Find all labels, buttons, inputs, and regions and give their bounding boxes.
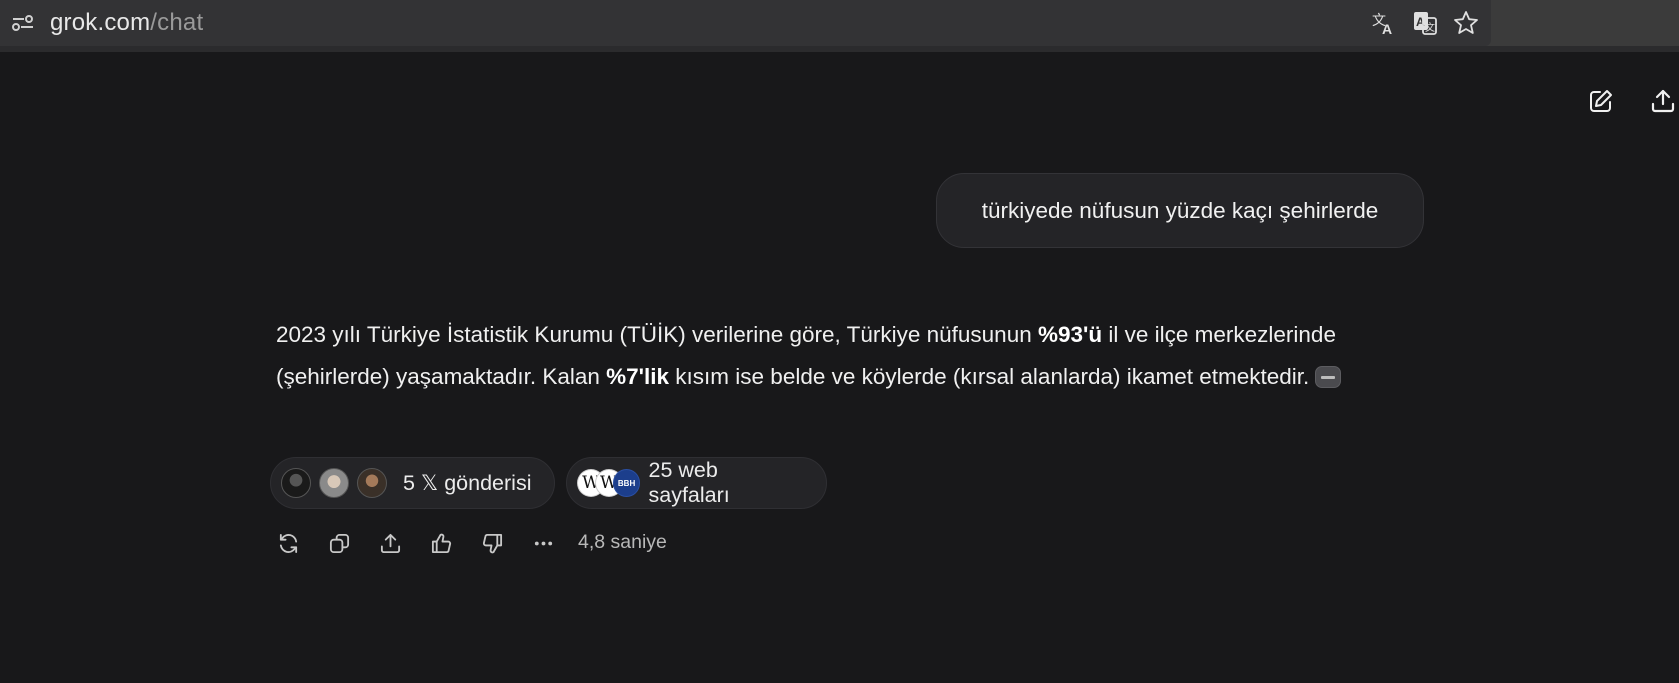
thumbs-up-icon[interactable]: [428, 530, 454, 556]
svg-text:A: A: [1382, 21, 1392, 36]
avatar: [319, 468, 349, 498]
response-time: 4,8 saniye: [578, 531, 667, 553]
x-posts-label: 5 𝕏 gönderisi: [403, 470, 532, 495]
share-icon[interactable]: [377, 530, 403, 556]
browser-toolbar: grok.com/chat 文 A A 文: [0, 0, 1679, 52]
share-upload-icon[interactable]: [1648, 86, 1678, 116]
answer-text-1: 2023 yılı Türkiye İstatistik Kurumu (TÜİ…: [276, 322, 1038, 347]
translate-icon[interactable]: 文 A: [1370, 9, 1398, 37]
answer-bold-7: %7'lik: [606, 364, 670, 389]
answer-text-3: kısım ise belde ve köylerde (kırsal alan…: [669, 364, 1310, 389]
answer-bold-93: %93'ü: [1037, 322, 1103, 347]
thumbs-down-icon[interactable]: [479, 530, 505, 556]
assistant-answer: 2023 yılı Türkiye İstatistik Kurumu (TÜİ…: [276, 314, 1386, 398]
news-site-icon: BBH: [612, 469, 641, 497]
avatar: [357, 468, 387, 498]
regenerate-icon[interactable]: [275, 530, 301, 556]
page-translate-icon[interactable]: A 文: [1411, 9, 1439, 37]
bookmark-star-icon[interactable]: [1452, 9, 1480, 37]
citation-chip-icon[interactable]: [1315, 366, 1342, 388]
address-bar[interactable]: grok.com/chat 文 A A 文: [0, 0, 1491, 46]
user-message-text: türkiyede nüfusun yüzde kaçı şehirlerde: [981, 197, 1379, 223]
svg-text:文: 文: [1425, 21, 1435, 34]
avatar: [281, 468, 311, 498]
url-path: /chat: [150, 9, 204, 36]
copy-icon[interactable]: [326, 530, 352, 556]
url-domain: grok.com: [50, 9, 151, 36]
more-options-icon[interactable]: [530, 530, 556, 556]
edit-icon[interactable]: [1586, 86, 1616, 116]
web-pages-chip[interactable]: W W BBH 25 web sayfaları: [566, 457, 827, 509]
tune-icon[interactable]: [12, 13, 34, 33]
user-message-bubble: türkiyede nüfusun yüzde kaçı şehirlerde: [936, 173, 1424, 248]
web-pages-label: 25 web sayfaları: [648, 458, 730, 507]
x-posts-chip[interactable]: 5 𝕏 gönderisi: [270, 457, 555, 509]
toolbar-divider: [0, 46, 1679, 52]
url-text[interactable]: grok.com/chat: [50, 9, 203, 37]
